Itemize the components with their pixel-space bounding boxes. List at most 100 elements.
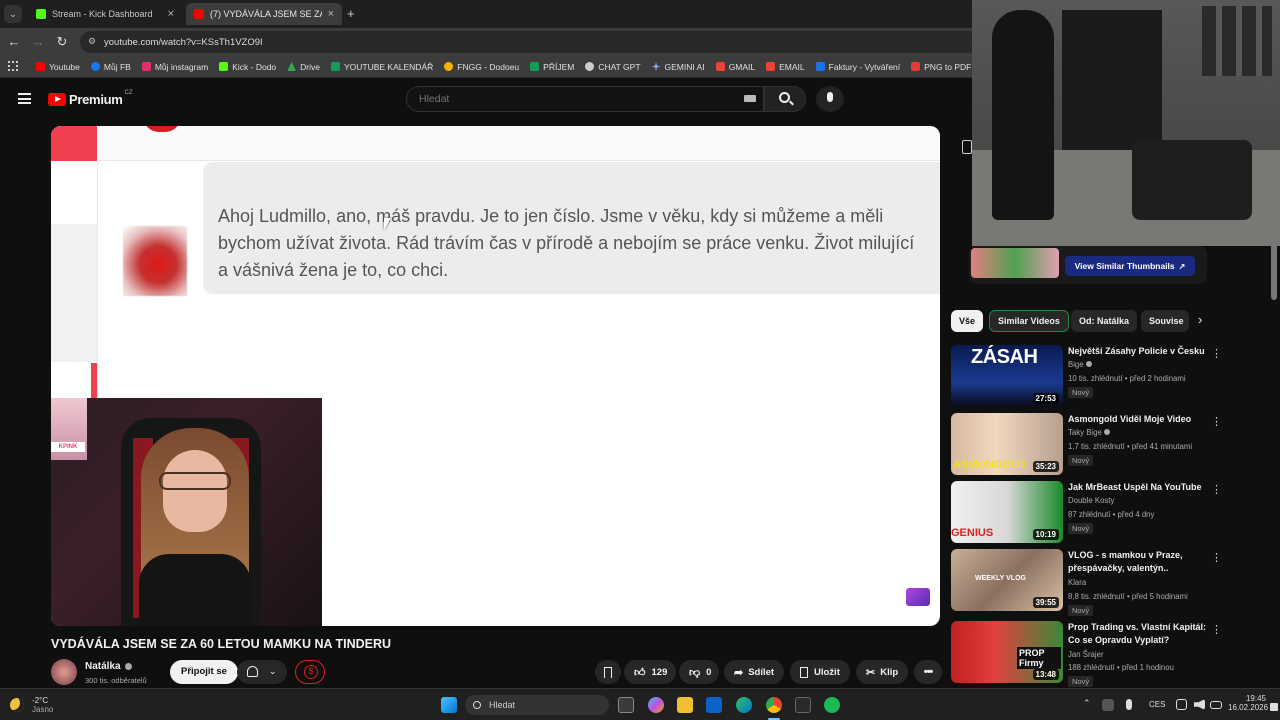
chip-from-channel[interactable]: Od: Natálka	[1071, 310, 1138, 332]
forward-icon[interactable]: →	[30, 34, 46, 50]
microphone-icon[interactable]	[1126, 699, 1132, 710]
channel-name[interactable]: Natálka	[85, 661, 132, 672]
sidebar-left-icon[interactable]	[962, 140, 972, 154]
chip-similar-videos[interactable]: Similar Videos	[989, 310, 1069, 332]
bookmark-png-to-pdf[interactable]: PNG to PDF	[911, 62, 971, 72]
video-player[interactable]: Ahoj Ludmillo, ano, máš pravdu. Je to je…	[51, 126, 940, 626]
thanks-button[interactable]: $	[295, 660, 325, 684]
app-tray-icon[interactable]	[1102, 699, 1114, 711]
apps-grid-icon[interactable]	[8, 61, 18, 71]
back-icon[interactable]: ←	[6, 34, 22, 50]
more-vertical-icon[interactable]: ⋮	[1211, 483, 1222, 496]
thumbs-down-icon: 👎︎	[689, 666, 701, 679]
taskbar-search-placeholder: Hledat	[489, 700, 516, 710]
close-icon[interactable]: ×	[168, 8, 174, 20]
tab-youtube-video[interactable]: (7) VYDÁVÁLA JSEM SE ZA 60 L ×	[186, 3, 342, 25]
more-actions-button[interactable]: •••	[914, 660, 942, 684]
video-meta: 8,8 tis. zhlédnutí • před 5 hodinami	[1068, 592, 1188, 601]
search-input[interactable]	[406, 86, 764, 112]
dislike-button[interactable]: 👎︎ 0	[679, 660, 719, 684]
join-button[interactable]: Připojit se	[170, 660, 238, 684]
list-item[interactable]: ZÁSAH 27:53 Největší Zásahy Policie v Če…	[951, 345, 1222, 407]
bookmark-gmail[interactable]: GMAIL	[715, 62, 755, 72]
search-button[interactable]	[764, 86, 806, 112]
bookmark-faktury[interactable]: Faktury - Vytváření	[815, 62, 900, 72]
moon-icon	[10, 698, 24, 712]
spotify-icon[interactable]	[824, 697, 840, 713]
menu-icon[interactable]	[18, 93, 31, 104]
bookmark-gemini[interactable]: GEMINI AI	[651, 62, 705, 72]
microphone-icon	[827, 92, 833, 102]
more-vertical-icon[interactable]: ⋮	[1211, 623, 1222, 636]
save-button[interactable]: Uložit	[790, 660, 850, 684]
bookmark-youtube-calendar[interactable]: YOUTUBE KALENDÁŘ	[330, 62, 433, 72]
sheets-icon	[530, 62, 540, 71]
windows-start-icon[interactable]	[441, 697, 457, 713]
volume-icon[interactable]	[1194, 699, 1205, 710]
file-explorer-icon[interactable]	[677, 697, 693, 713]
copilot-icon[interactable]	[648, 697, 664, 713]
bookmark-kick[interactable]: Kick - Dodo	[219, 62, 276, 72]
tab-search-dropdown[interactable]: ⌄	[4, 5, 22, 23]
chrome-icon[interactable]	[766, 697, 782, 713]
youtube-logo[interactable]: Premium CZ	[48, 90, 133, 107]
clip-button[interactable]: ✂ Klip	[856, 660, 909, 684]
clock[interactable]: 19:45 16.02.2026	[1228, 694, 1268, 712]
subscribed-button[interactable]: ⌄	[237, 660, 287, 684]
video-thumbnail[interactable]: ZÁSAH 27:53	[951, 345, 1063, 407]
video-meta: 188 zhlédnutí • před 1 hodinou	[1068, 663, 1174, 672]
more-vertical-icon[interactable]: ⋮	[1211, 551, 1222, 564]
thumbnail-text: WEEKLY VLOG	[975, 575, 1026, 582]
channel-avatar[interactable]	[51, 659, 77, 685]
view-similar-thumbnails-button[interactable]: View Similar Thumbnails ↗	[1065, 256, 1195, 276]
video-thumbnail[interactable]: GENIUS 10:19	[951, 481, 1063, 543]
bookmark-email[interactable]: EMAIL	[766, 62, 805, 72]
video-thumbnail[interactable]: WEEKLY VLOG 39:55	[951, 549, 1063, 611]
bookmark-prijem[interactable]: PŘÍJEM	[530, 62, 574, 72]
more-vertical-icon[interactable]: ⋮	[1211, 415, 1222, 428]
task-view-icon[interactable]	[618, 697, 634, 713]
notification-icon[interactable]	[1270, 703, 1278, 711]
tab-kick-dashboard[interactable]: Stream - Kick Dashboard ×	[28, 3, 182, 25]
new-tab-button[interactable]: +	[347, 6, 355, 21]
bookmark-button[interactable]	[595, 660, 621, 684]
tray-overflow-icon[interactable]: ⌃	[1083, 698, 1091, 709]
keyboard-icon[interactable]	[744, 95, 756, 102]
outlook-icon[interactable]	[706, 697, 722, 713]
bookmark-youtube[interactable]: Youtube	[36, 62, 80, 72]
taskbar-search[interactable]: Hledat	[465, 695, 609, 715]
bookmark-instagram[interactable]: Můj instagram	[141, 62, 208, 72]
network-icon[interactable]	[1176, 699, 1187, 710]
bookmark-facebook[interactable]: Můj FB	[90, 62, 131, 72]
language-indicator[interactable]: CES	[1149, 700, 1165, 709]
close-icon[interactable]: ×	[328, 8, 334, 20]
address-bar[interactable]: ⚙ youtube.com/watch?v=KSsTh1VZO9I	[80, 31, 980, 53]
video-title: Prop Trading vs. Vlastní Kapitál: Co se …	[1068, 622, 1207, 645]
chip-all[interactable]: Vše	[951, 310, 984, 332]
battery-icon[interactable]	[1210, 701, 1222, 709]
list-item[interactable]: GENIUS 10:19 Jak MrBeast Uspěl Na YouTub…	[951, 481, 1222, 543]
page-scrollbar[interactable]	[1271, 240, 1277, 300]
left-panel	[51, 224, 97, 362]
terminal-icon[interactable]	[795, 697, 811, 713]
share-button[interactable]: ➦ Sdílet	[724, 660, 785, 684]
video-thumbnail[interactable]: ASMONGOLD 35:23	[951, 413, 1063, 475]
list-item[interactable]: ASMONGOLD 35:23 Asmongold Viděl Moje Vid…	[951, 413, 1222, 475]
weather-widget[interactable]: -2°C Jasno	[10, 693, 53, 717]
video-thumbnail[interactable]: PROP Firmy 13:48	[951, 621, 1063, 683]
voice-search-button[interactable]	[816, 86, 844, 112]
list-item[interactable]: WEEKLY VLOG 39:55 VLOG - s mamkou v Praz…	[951, 549, 1222, 616]
site-info-icon[interactable]: ⚙	[88, 36, 96, 47]
list-item[interactable]: PROP Firmy 13:48 Prop Trading vs. Vlastn…	[951, 621, 1222, 687]
bookmark-fngg[interactable]: FNGG - Dodoeu	[444, 62, 519, 72]
edge-icon[interactable]	[736, 697, 752, 713]
channel-watermark-icon[interactable]	[906, 588, 930, 606]
chip-related[interactable]: Souvise	[1141, 310, 1189, 332]
reload-icon[interactable]: ↻	[54, 34, 70, 50]
more-vertical-icon[interactable]: ⋮	[1211, 347, 1222, 360]
search-bar	[406, 86, 806, 112]
bookmark-drive[interactable]: Drive	[287, 62, 320, 72]
chevron-right-icon[interactable]: ›	[1198, 312, 1202, 327]
bookmark-chatgpt[interactable]: CHAT GPT	[585, 62, 641, 72]
like-button[interactable]: 👍︎ 129	[624, 660, 676, 684]
